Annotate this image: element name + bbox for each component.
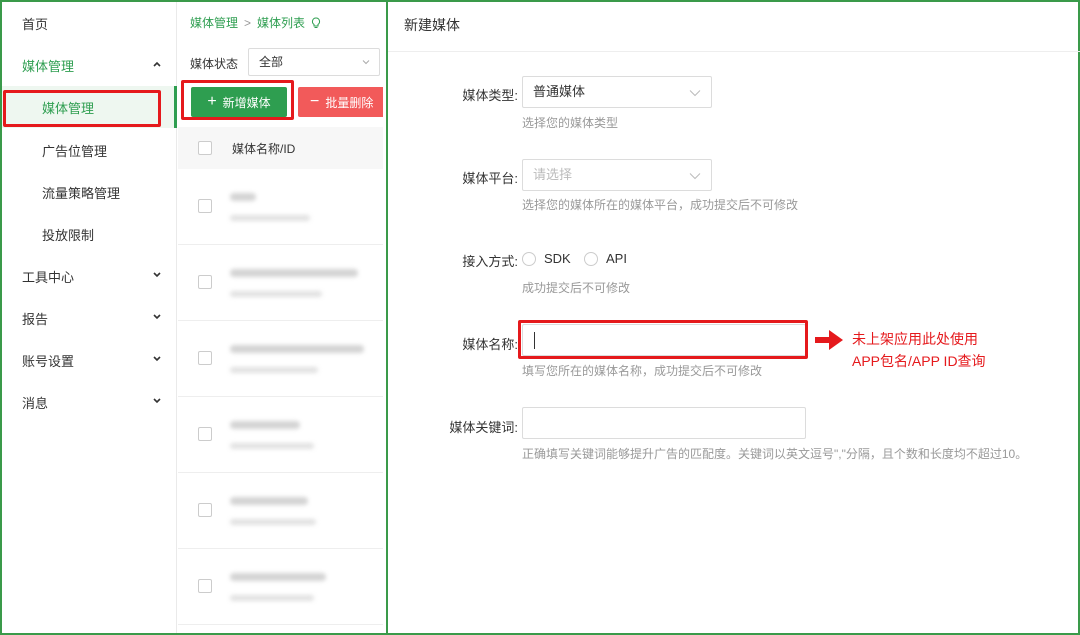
nav-account-settings[interactable]: 账号设置 (2, 339, 177, 381)
batch-delete-label: 批量删除 (325, 95, 374, 110)
blurred-media-name (230, 421, 300, 429)
nav-messages[interactable]: 消息 (2, 381, 177, 423)
row-checkbox[interactable] (198, 503, 212, 517)
nav-label: 消息 (22, 395, 49, 411)
nav-sub-traffic-strategy[interactable]: 流量策略管理 (2, 171, 177, 213)
chevron-down-icon (153, 398, 161, 404)
chevron-down-icon (362, 60, 370, 65)
blurred-media-id (230, 443, 314, 449)
nav-label: 广告位管理 (42, 143, 108, 159)
add-media-button[interactable]: + 新增媒体 (191, 87, 287, 117)
blurred-media-name (230, 269, 358, 277)
annotation-line-1: 未上架应用此处使用 (852, 331, 978, 347)
nav-label: 媒体管理 (42, 100, 95, 116)
nav-label: 工具中心 (22, 269, 75, 285)
nav-media-management[interactable]: 媒体管理 (2, 44, 177, 86)
blurred-media-id (230, 215, 310, 221)
select-all-checkbox[interactable] (198, 141, 212, 155)
blurred-media-name (230, 573, 326, 581)
media-type-value: 普通媒体 (533, 84, 586, 99)
radio-sdk[interactable] (522, 252, 536, 266)
row-checkbox[interactable] (198, 351, 212, 365)
divider (388, 51, 1080, 52)
column-header-name-id: 媒体名称/ID (232, 141, 296, 156)
breadcrumb-item[interactable]: 媒体管理 (190, 14, 238, 31)
form-title: 新建媒体 (404, 17, 460, 33)
filter-value: 全部 (259, 55, 284, 69)
row-checkbox[interactable] (198, 427, 212, 441)
nav-label: 媒体管理 (22, 58, 75, 74)
batch-delete-button[interactable]: − 批量删除 (298, 87, 383, 117)
table-row[interactable] (178, 397, 383, 473)
access-method-hint: 成功提交后不可修改 (522, 281, 631, 295)
blurred-media-id (230, 519, 316, 525)
row-checkbox[interactable] (198, 275, 212, 289)
filter-label: 媒体状态 (190, 57, 239, 71)
new-media-form-panel: 新建媒体 媒体类型: 普通媒体 选择您的媒体类型 媒体平台: 请选择 选择您的媒… (386, 2, 1080, 633)
table-row[interactable] (178, 473, 383, 549)
nav-tool-center[interactable]: 工具中心 (2, 255, 177, 297)
media-name-input[interactable] (522, 324, 806, 356)
minus-icon: − (310, 93, 320, 110)
text-caret (534, 332, 535, 349)
annotation-line-2: APP包名/APP ID查询 (852, 353, 986, 369)
row-checkbox[interactable] (198, 579, 212, 593)
plus-icon: + (207, 93, 217, 110)
breadcrumb: 媒体管理 > 媒体列表 (190, 14, 321, 31)
media-keywords-hint: 正确填写关键词能够提升广告的匹配度。关键词以英文逗号","分隔，且个数和长度均不… (522, 447, 1028, 461)
platform-hint: 选择您的媒体所在的媒体平台，成功提交后不可修改 (522, 198, 799, 212)
chevron-down-icon (689, 90, 701, 97)
add-media-label: 新增媒体 (222, 95, 271, 110)
nav-label: 账号设置 (22, 353, 75, 369)
table-row[interactable] (178, 549, 383, 625)
media-keywords-label: 媒体关键词: (449, 420, 518, 435)
nav-home[interactable]: 首页 (2, 2, 177, 44)
nav-label: 首页 (22, 16, 49, 32)
table-row[interactable] (178, 245, 383, 321)
nav-sub-ad-slot[interactable]: 广告位管理 (2, 129, 177, 171)
platform-select[interactable]: 请选择 (522, 159, 712, 191)
nav-label: 报告 (22, 311, 49, 327)
row-checkbox[interactable] (198, 199, 212, 213)
blurred-media-name (230, 345, 364, 353)
chevron-down-icon (153, 356, 161, 362)
media-keywords-input[interactable] (522, 407, 806, 439)
chevron-down-icon (689, 173, 701, 180)
chevron-up-icon (153, 61, 161, 67)
media-name-label: 媒体名称: (462, 337, 518, 352)
radio-api[interactable] (584, 252, 598, 266)
breadcrumb-item-current: 媒体列表 (257, 16, 306, 30)
table-row[interactable] (178, 321, 383, 397)
nav-sub-media-management[interactable]: 媒体管理 (2, 86, 177, 128)
radio-api-label: API (606, 251, 627, 266)
blurred-media-id (230, 595, 314, 601)
nav-report[interactable]: 报告 (2, 297, 177, 339)
blurred-media-id (230, 291, 322, 297)
platform-placeholder: 请选择 (533, 167, 573, 182)
nav-sub-delivery-limit[interactable]: 投放限制 (2, 213, 177, 255)
status-filter-select[interactable]: 全部 (248, 48, 380, 76)
chevron-down-icon (153, 314, 161, 320)
breadcrumb-separator: > (244, 15, 252, 30)
access-method-label: 接入方式: (462, 254, 518, 269)
media-list-panel: 媒体管理 > 媒体列表 媒体状态 全部 + 新增媒体 − 批量删除 媒体名称/I… (178, 2, 383, 633)
blurred-media-name (230, 193, 256, 201)
media-type-label: 媒体类型: (462, 88, 518, 103)
bulb-icon (312, 16, 321, 28)
platform-label: 媒体平台: (462, 171, 518, 186)
blurred-media-id (230, 367, 318, 373)
table-row[interactable] (178, 169, 383, 245)
radio-sdk-label: SDK (544, 251, 571, 266)
media-type-select[interactable]: 普通媒体 (522, 76, 712, 108)
table-header: 媒体名称/ID (178, 127, 383, 169)
media-type-hint: 选择您的媒体类型 (522, 116, 619, 130)
blurred-media-name (230, 497, 308, 505)
nav-label: 流量策略管理 (42, 185, 121, 201)
media-name-hint: 填写您所在的媒体名称，成功提交后不可修改 (522, 364, 763, 378)
sidebar: 首页 媒体管理 媒体管理 广告位管理 流量策略管理 投放限制 工具中心 报告 账… (2, 2, 177, 633)
nav-label: 投放限制 (42, 227, 95, 243)
arrow-right-icon (815, 330, 843, 350)
chevron-down-icon (153, 272, 161, 278)
